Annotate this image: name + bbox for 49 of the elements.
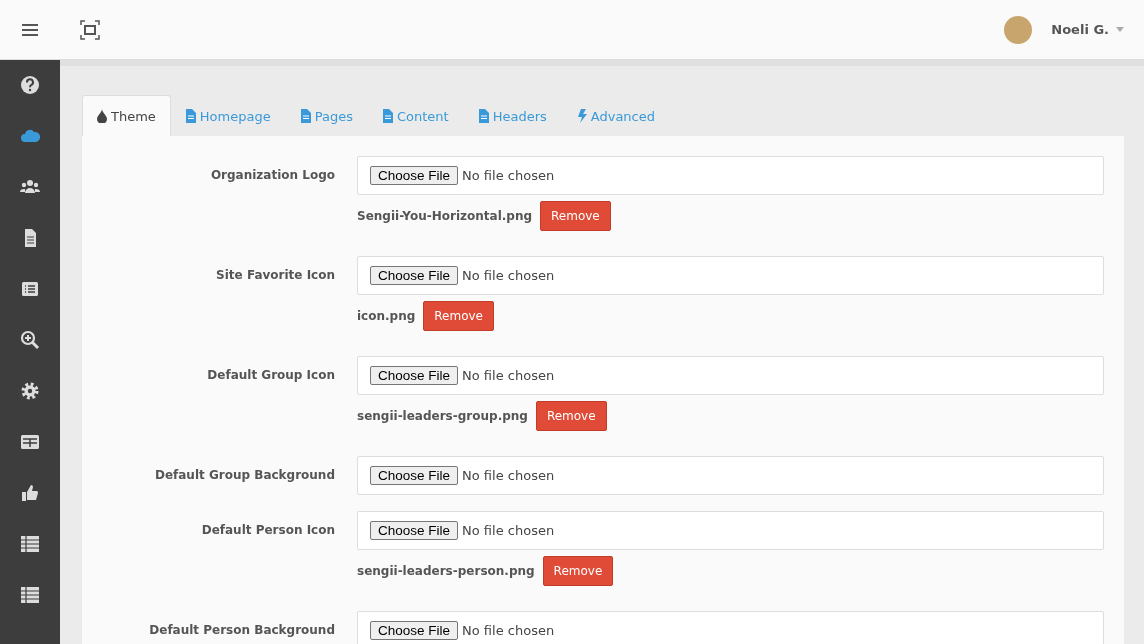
file-status: No file chosen <box>462 368 555 383</box>
file-status: No file chosen <box>462 168 555 183</box>
file-name: Sengii-You-Horizontal.png <box>357 209 533 223</box>
file-name: sengii-leaders-group.png <box>357 409 528 423</box>
drop-icon <box>97 109 107 123</box>
user-name[interactable]: Noeli G. <box>1051 22 1109 37</box>
remove-button[interactable]: Remove <box>540 201 611 231</box>
file-icon <box>300 109 311 123</box>
file-input[interactable]: Choose File No file chosen <box>357 611 1104 644</box>
choose-file-button[interactable]: Choose File <box>370 266 459 285</box>
table-icon[interactable] <box>20 534 40 554</box>
bolt-icon <box>576 109 587 123</box>
field-label: Default Group Background <box>153 467 335 484</box>
file-status: No file chosen <box>462 623 555 638</box>
field-label: Site Favorite Icon <box>215 267 335 284</box>
grid-icon[interactable] <box>20 432 40 452</box>
file-icon <box>185 109 196 123</box>
field-label: Default Group Icon <box>206 367 335 384</box>
fullscreen-icon[interactable] <box>80 19 100 40</box>
choose-file-button[interactable]: Choose File <box>370 466 459 485</box>
choose-file-button[interactable]: Choose File <box>370 621 459 640</box>
file-status: No file chosen <box>462 268 555 283</box>
file-input[interactable]: Choose File No file chosen <box>357 356 1104 395</box>
remove-button[interactable]: Remove <box>423 301 494 331</box>
file-status: No file chosen <box>462 468 555 483</box>
file-input[interactable]: Choose File No file chosen <box>357 456 1104 495</box>
file-icon <box>382 109 393 123</box>
file-name: icon.png <box>357 309 416 323</box>
settings-icon[interactable] <box>20 381 40 401</box>
choose-file-button[interactable]: Choose File <box>370 166 459 185</box>
choose-file-button[interactable]: Choose File <box>370 521 459 540</box>
file-input[interactable]: Choose File No file chosen <box>357 511 1104 550</box>
file-input[interactable]: Choose File No file chosen <box>357 156 1104 195</box>
file-input[interactable]: Choose File No file chosen <box>357 256 1104 295</box>
table-icon[interactable] <box>20 585 40 605</box>
file-name: sengii-leaders-person.png <box>357 564 535 578</box>
remove-button[interactable]: Remove <box>542 556 614 586</box>
tab[interactable]: Theme <box>82 95 171 136</box>
thumb-icon[interactable] <box>20 483 40 503</box>
zoom-icon[interactable] <box>20 330 40 350</box>
choose-file-button[interactable]: Choose File <box>370 366 459 385</box>
field-label: Default Person Icon <box>200 522 335 539</box>
field-label: Default Person Background <box>148 622 335 639</box>
help-icon[interactable] <box>20 75 40 95</box>
field-label: Organization Logo <box>209 167 335 184</box>
list-icon[interactable] <box>20 279 40 299</box>
file-status: No file chosen <box>462 523 555 538</box>
file-icon <box>478 109 489 123</box>
remove-button[interactable]: Remove <box>535 401 607 431</box>
